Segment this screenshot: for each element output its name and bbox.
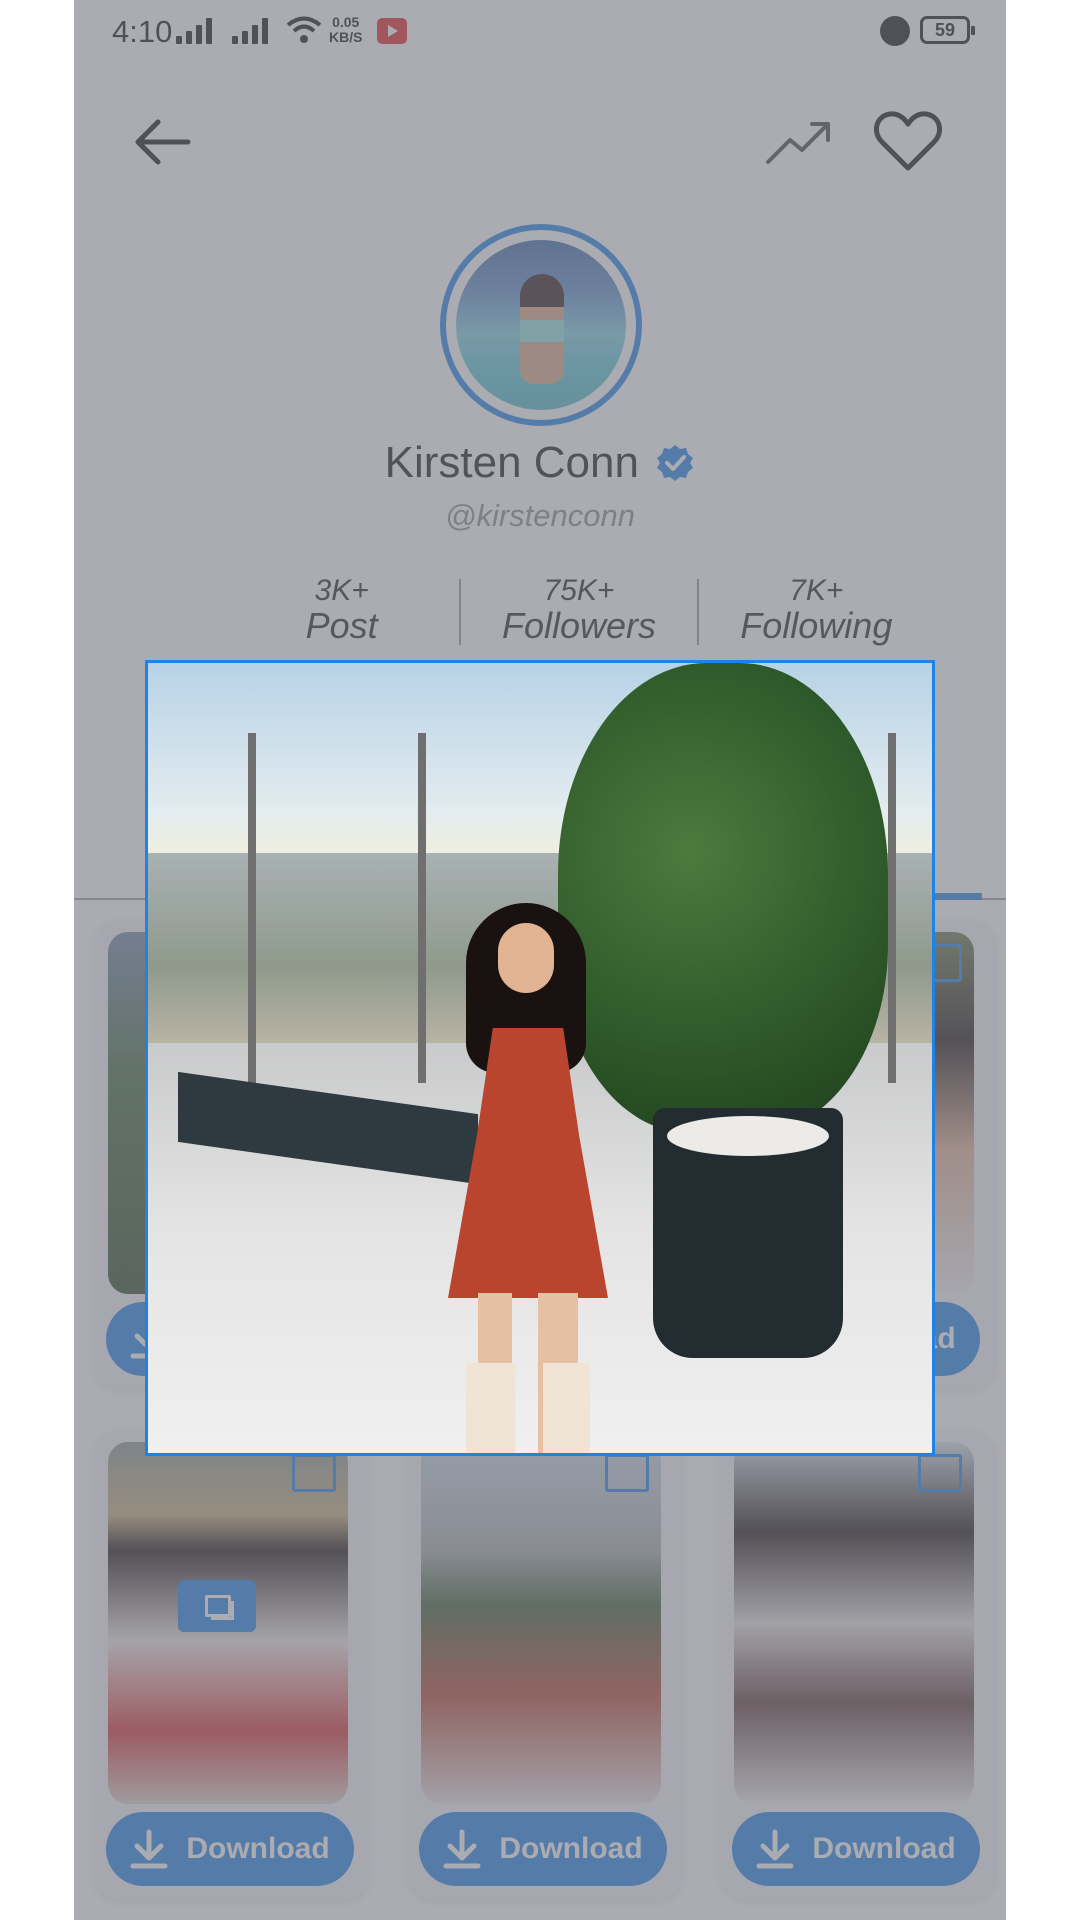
profile-name-row: Kirsten Conn [74, 438, 1006, 488]
preview-post [418, 733, 426, 1083]
select-checkbox[interactable] [605, 1454, 649, 1492]
wifi-icon [286, 16, 322, 43]
post-thumbnail[interactable] [421, 1442, 661, 1804]
preview-pot [653, 1108, 843, 1358]
download-icon [756, 1829, 794, 1869]
post-card[interactable]: Download [720, 1430, 996, 1900]
back-arrow-icon[interactable] [130, 110, 194, 174]
download-label: Download [186, 1832, 330, 1865]
battery-icon: 59 [920, 16, 975, 44]
preview-plant [558, 663, 888, 1133]
heart-icon[interactable] [872, 106, 944, 178]
preview-post [888, 733, 896, 1083]
status-bar: 4:10 0.05 KB/S 59 [74, 0, 1006, 64]
net-speed-unit: KB/S [329, 29, 363, 45]
select-checkbox[interactable] [292, 1454, 336, 1492]
preview-boots [466, 1363, 590, 1453]
verified-badge-icon [657, 445, 694, 481]
stat-label: Following [740, 605, 893, 646]
preview-post [248, 733, 256, 1083]
trending-icon[interactable] [764, 110, 834, 174]
download-label: Download [812, 1832, 956, 1865]
post-thumbnail[interactable] [734, 1442, 974, 1804]
select-checkbox[interactable] [918, 1454, 962, 1492]
stat-following[interactable]: 7K+ Following [699, 575, 934, 655]
download-button[interactable]: Download [106, 1812, 354, 1886]
profile-handle: @kirstenconn [445, 498, 635, 533]
youtube-icon [377, 18, 407, 44]
stat-value: 75K+ [543, 574, 615, 607]
download-icon [130, 1829, 168, 1869]
net-speed-value: 0.05 [332, 14, 360, 30]
post-card[interactable]: Download [407, 1430, 683, 1900]
download-label: Download [499, 1832, 643, 1865]
stat-posts[interactable]: 3K+ Post [224, 575, 459, 655]
profile-name: Kirsten Conn [384, 438, 639, 487]
stat-value: 7K+ [789, 574, 844, 607]
stat-label: Post [305, 605, 378, 646]
multi-image-icon [178, 1580, 256, 1632]
download-icon [443, 1829, 481, 1869]
stat-value: 3K+ [314, 574, 369, 607]
preview-face [498, 923, 554, 993]
signal-icon [232, 18, 268, 44]
profile-stats: 3K+ Post 75K+ Followers 7K+ Following [224, 575, 934, 655]
stat-followers[interactable]: 75K+ Followers [461, 575, 696, 655]
avatar-photo [456, 240, 626, 410]
avatar [440, 224, 642, 426]
image-preview[interactable] [145, 660, 935, 1456]
net-speed: 0.05 KB/S [329, 15, 362, 45]
post-card[interactable]: Download [94, 1430, 370, 1900]
alarm-icon [880, 16, 910, 46]
download-button[interactable]: Download [732, 1812, 980, 1886]
stat-label: Followers [501, 605, 657, 646]
status-time: 4:10 [112, 14, 173, 49]
download-button[interactable]: Download [419, 1812, 667, 1886]
signal-icon [176, 18, 212, 44]
